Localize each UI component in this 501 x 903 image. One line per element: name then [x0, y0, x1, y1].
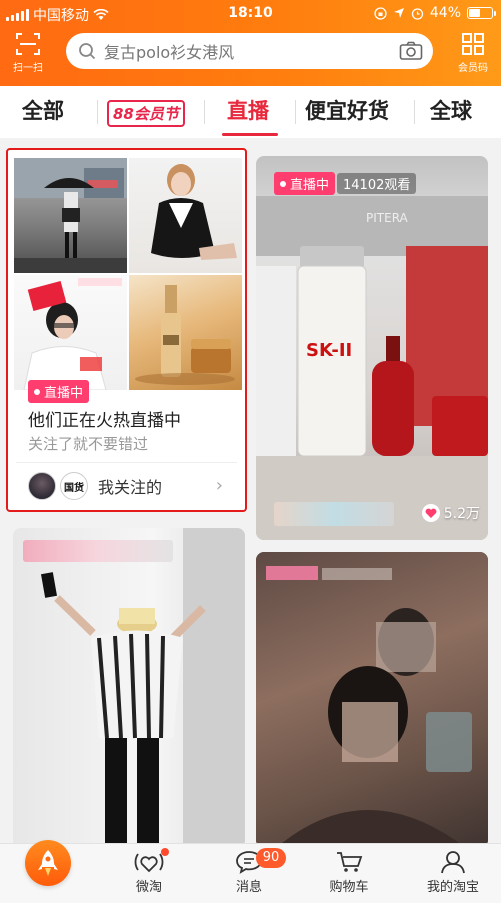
heart-icon: [421, 504, 440, 522]
like-count: 5.2万: [421, 503, 480, 523]
live-badge-label: 直播中: [290, 178, 330, 193]
search-icon: [79, 43, 96, 60]
search-input[interactable]: 复古polo衫女港风: [104, 39, 399, 63]
tab-bargains[interactable]: 便宜好货: [305, 95, 389, 125]
location-icon: [393, 8, 404, 18]
rocket-icon: [38, 850, 58, 876]
viewer-count: 14102观看: [337, 173, 417, 194]
category-tabs: 全部 88会员节 直播 便宜好货 全球: [0, 86, 501, 138]
product-label-text: SK-II: [306, 340, 352, 361]
live-stream-thumbnail: PITERA SK-II: [256, 156, 488, 540]
bottom-navigation: 微淘 消息 90 购物车 我的淘宝: [0, 840, 501, 903]
member-code-button[interactable]: 会员码: [451, 32, 495, 78]
card-divider: [16, 462, 237, 463]
search-bar[interactable]: 复古polo衫女港风: [66, 33, 433, 69]
streamer-info-blurred: [23, 540, 173, 562]
nav-my-taobao-label: 我的淘宝: [426, 880, 479, 895]
cart-icon: [337, 852, 363, 872]
scan-button[interactable]: 扫一扫: [6, 32, 50, 78]
tab-divider: [97, 100, 98, 124]
avatar: 国货: [60, 472, 88, 500]
tab-all[interactable]: 全部: [22, 95, 64, 125]
profile-icon: [441, 851, 465, 874]
avatar: [28, 472, 56, 500]
tab-global[interactable]: 全球: [430, 95, 472, 125]
notification-dot: [161, 848, 169, 856]
brand-sign-text: PITERA: [366, 211, 409, 225]
scan-icon: [16, 33, 40, 55]
tab-divider: [295, 100, 296, 124]
battery-percent: 44%: [429, 5, 461, 21]
live-dot-icon: [280, 180, 286, 187]
nav-weitao-label: 微淘: [135, 880, 162, 895]
card-subtitle: 关注了就不要错过: [28, 435, 149, 453]
following-footer[interactable]: 国货 我关注的: [28, 472, 162, 500]
live-stream-card[interactable]: [13, 528, 245, 848]
card-title: 他们正在火热直播中: [28, 411, 181, 431]
thumbnail-street-photo: [14, 158, 127, 273]
app-header: 中国移动 18:10 44% 扫一扫 复古polo衫女港风 会员码: [0, 0, 501, 86]
live-badge-label: 直播中: [44, 386, 84, 401]
tab-88-label: 88会员节: [107, 100, 185, 127]
thumbnail-fashion-photo: [14, 275, 127, 390]
scan-label: 扫一扫: [13, 63, 43, 74]
following-live-card[interactable]: 直播中 他们正在火热直播中 关注了就不要错过 国货 我关注的 ›: [6, 148, 247, 512]
live-stream-thumbnail: [256, 552, 488, 848]
live-dot-icon: [34, 388, 40, 395]
tab-divider: [204, 100, 205, 124]
member-code-icon: [462, 33, 484, 55]
tab-live[interactable]: 直播: [227, 95, 269, 125]
battery-icon: [467, 7, 496, 19]
tab-88-member-festival[interactable]: 88会员节: [107, 100, 185, 127]
avatar-brand-text: 国货: [64, 482, 84, 494]
thumbnail-cosmetics-photo: [129, 275, 242, 390]
lock-rotation-icon: [374, 6, 387, 20]
live-badge: 直播中: [28, 380, 90, 403]
active-tab-indicator: [222, 133, 278, 136]
nav-cart-label: 购物车: [329, 880, 369, 895]
message-count-badge: 90: [256, 848, 286, 868]
live-stream-card[interactable]: PITERA SK-II 直播中 14102观看 5.2万: [256, 156, 488, 540]
member-code-label: 会员码: [458, 63, 488, 74]
live-badge: 直播中: [274, 172, 336, 195]
status-icons: 44%: [374, 5, 496, 21]
like-count-value: 5.2万: [443, 506, 480, 522]
chevron-right-icon[interactable]: ›: [216, 475, 223, 496]
camera-icon[interactable]: [399, 41, 423, 61]
alarm-icon: [411, 7, 424, 20]
thumbnail-grid: [14, 158, 242, 390]
status-bar: 中国移动 18:10 44%: [0, 0, 501, 28]
nav-messages-label: 消息: [235, 880, 262, 895]
live-stream-thumbnail: [13, 528, 245, 848]
nav-weitao[interactable]: 微淘: [114, 850, 184, 895]
nav-cart[interactable]: 购物车: [314, 850, 384, 895]
streamer-info-blurred: [274, 502, 394, 526]
home-rocket-button[interactable]: [25, 840, 71, 886]
nav-my-taobao[interactable]: 我的淘宝: [418, 850, 488, 895]
tab-divider: [414, 100, 415, 124]
thumbnail-model-photo: [129, 158, 242, 273]
live-stream-card[interactable]: [256, 552, 488, 848]
following-label: 我关注的: [98, 478, 163, 497]
